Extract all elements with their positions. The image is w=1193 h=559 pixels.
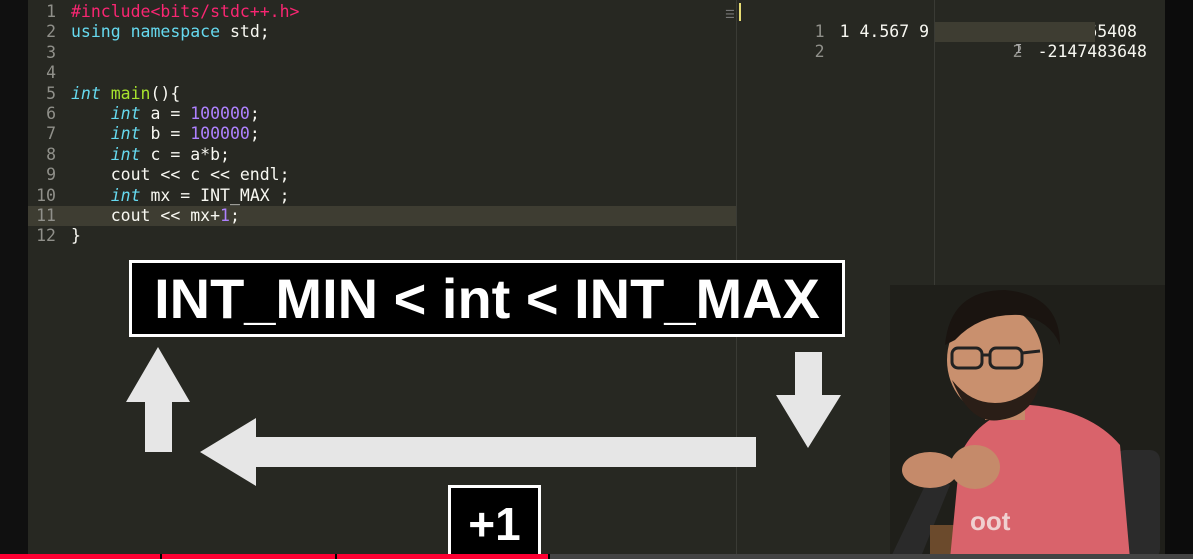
presenter-webcam: oot [890, 285, 1165, 559]
video-progress-bar[interactable] [0, 554, 1193, 559]
up-arrow-icon [126, 347, 190, 452]
chapter-marker [548, 554, 550, 559]
svg-text:oot: oot [970, 506, 1011, 536]
video-frame: 1 #include<bits/stdc++.h> 2 using namespace… [0, 0, 1193, 559]
down-arrow-icon [776, 352, 841, 448]
video-progress-fill [0, 554, 549, 559]
chapter-marker [160, 554, 162, 559]
left-arrow-icon [200, 418, 756, 486]
plus-one-text: +1 [468, 497, 521, 550]
chapter-marker [335, 554, 337, 559]
plus-one-box: +1 [448, 485, 541, 559]
